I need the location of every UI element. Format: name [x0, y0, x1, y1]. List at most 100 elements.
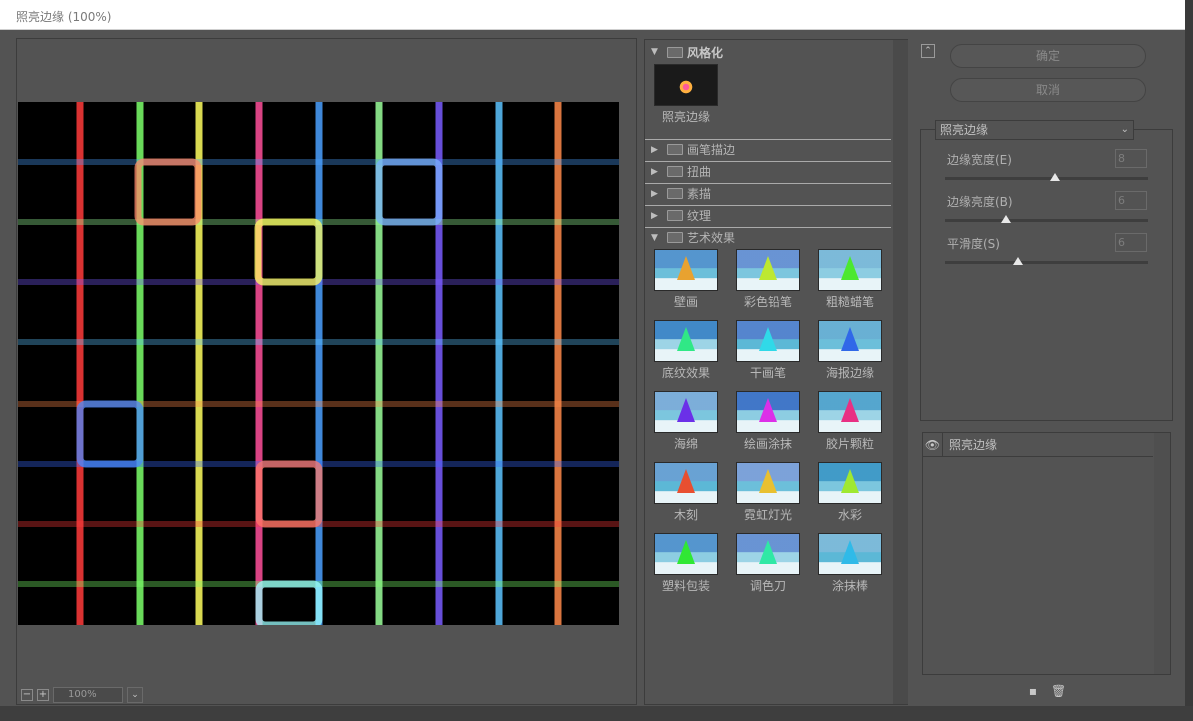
- filter-gallery-list: ▼ 风格化照亮边缘 ▶ 画笔描边 ▶ 扭曲 ▶ 素描 ▶ 纹理 ▼ 艺术效果壁画 彩色铅笔 粗糙蜡笔底纹效…: [645, 40, 893, 706]
- param-label-edge-brightness: 边缘亮度(B): [947, 195, 1013, 209]
- param-label-smoothness: 平滑度(S): [947, 237, 1000, 251]
- left-edge-strip: [0, 30, 8, 721]
- zoom-level-field[interactable]: 100%: [53, 687, 123, 703]
- filter-thumbnail[interactable]: 木刻: [651, 462, 721, 523]
- filter-gallery: ▼ 风格化照亮边缘 ▶ 画笔描边 ▶ 扭曲 ▶ 素描 ▶ 纹理 ▼ 艺术效果壁画 彩色铅笔 粗糙蜡笔底纹效…: [644, 39, 908, 705]
- ok-button[interactable]: 确定: [950, 44, 1146, 68]
- preview-canvas[interactable]: [18, 102, 619, 629]
- expand-triangle-icon[interactable]: ▼: [651, 233, 661, 243]
- eye-icon[interactable]: 👁: [923, 432, 943, 457]
- effect-layer-row[interactable]: 👁 照亮边缘: [923, 432, 1153, 457]
- layers-scrollbar[interactable]: [1154, 433, 1170, 674]
- new-effect-layer-icon[interactable]: ▪: [1026, 684, 1040, 698]
- gallery-category-0[interactable]: ▼ 风格化: [645, 42, 891, 62]
- expand-triangle-icon[interactable]: ▼: [651, 47, 661, 57]
- filter-thumbnail[interactable]: 胶片颗粒: [815, 391, 885, 452]
- right-edge-strip: [1185, 0, 1193, 721]
- gallery-scrollbar[interactable]: [893, 40, 908, 704]
- slider-track-edge-width[interactable]: [945, 177, 1148, 180]
- window-title: 照亮边缘 (100%): [16, 10, 112, 24]
- collapse-gallery-icon[interactable]: ⌃: [921, 44, 935, 58]
- filter-thumbnail-image: [654, 391, 718, 433]
- filter-thumbnail-image: [818, 249, 882, 291]
- filter-thumbnail[interactable]: 海报边缘: [815, 320, 885, 381]
- effect-layer-label: 照亮边缘: [949, 438, 998, 452]
- filter-thumbnail-label: 壁画: [673, 295, 698, 309]
- filter-thumbnail[interactable]: 调色刀: [733, 533, 803, 594]
- delete-effect-layer-icon[interactable]: 🗑: [1051, 684, 1066, 698]
- filter-settings-panel: [920, 129, 1173, 421]
- filter-thumbnail-image: [654, 462, 718, 504]
- filter-thumbnail-label: 海绵: [673, 437, 698, 451]
- gallery-category-label: 画笔描边: [687, 143, 736, 157]
- filter-thumbnail[interactable]: 壁画: [651, 249, 721, 310]
- zoom-dropdown-icon[interactable]: ⌄: [127, 687, 143, 703]
- filter-thumbnail-label: 底纹效果: [661, 366, 710, 380]
- filter-thumbnail-label: 涂抹棒: [831, 579, 868, 593]
- slider-thumb-edge-brightness[interactable]: [1001, 215, 1011, 223]
- gallery-category-label: 艺术效果: [687, 231, 736, 245]
- folder-icon: [667, 166, 683, 177]
- collapse-triangle-icon[interactable]: ▶: [651, 211, 661, 221]
- filter-thumbnail[interactable]: 水彩: [815, 462, 885, 523]
- param-value-edge-width[interactable]: 8: [1115, 149, 1147, 168]
- filter-select[interactable]: 照亮边缘 ⌄: [935, 120, 1134, 140]
- preview-panel: − + 100% ⌄: [16, 38, 637, 705]
- filter-thumbnail[interactable]: 底纹效果: [651, 320, 721, 381]
- slider-track-smoothness[interactable]: [945, 261, 1148, 264]
- slider-thumb-edge-width[interactable]: [1050, 173, 1060, 181]
- zoom-in-button[interactable]: +: [37, 689, 49, 701]
- filter-thumbnail-image: [736, 391, 800, 433]
- filter-thumbnail[interactable]: 绘画涂抹: [733, 391, 803, 452]
- filter-thumbnail[interactable]: 海绵: [651, 391, 721, 452]
- filter-thumbnail-image: [654, 533, 718, 575]
- filter-thumbnail-image: [654, 320, 718, 362]
- filter-thumbnail-label: 绘画涂抹: [743, 437, 792, 451]
- gallery-category-3[interactable]: ▶ 素描: [645, 183, 891, 203]
- filter-thumbnail-image: [654, 249, 718, 291]
- param-value-smoothness[interactable]: 6: [1115, 233, 1147, 252]
- gallery-category-2[interactable]: ▶ 扭曲: [645, 161, 891, 181]
- filter-thumbnail[interactable]: 干画笔: [733, 320, 803, 381]
- filter-thumbnail-image: [736, 533, 800, 575]
- filter-thumbnail[interactable]: 涂抹棒: [815, 533, 885, 594]
- filter-thumbnail-label: 霓虹灯光: [743, 508, 792, 522]
- effect-layers-panel: 👁 照亮边缘: [922, 432, 1171, 675]
- gallery-category-label: 风格化: [687, 45, 724, 60]
- collapse-triangle-icon[interactable]: ▶: [651, 189, 661, 199]
- folder-icon: [667, 232, 683, 243]
- filter-thumbnail[interactable]: 粗糙蜡笔: [815, 249, 885, 310]
- zoom-out-button[interactable]: −: [21, 689, 33, 701]
- gallery-category-5[interactable]: ▼ 艺术效果: [645, 227, 891, 247]
- collapse-triangle-icon[interactable]: ▶: [651, 145, 661, 155]
- filter-thumbnail[interactable]: 彩色铅笔: [733, 249, 803, 310]
- filter-thumbnail-image: [736, 320, 800, 362]
- gallery-category-label: 纹理: [687, 209, 712, 223]
- slider-thumb-smoothness[interactable]: [1013, 257, 1023, 265]
- gallery-category-4[interactable]: ▶ 纹理: [645, 205, 891, 225]
- folder-icon: [667, 188, 683, 199]
- slider-track-edge-brightness[interactable]: [945, 219, 1148, 222]
- folder-icon: [667, 210, 683, 221]
- filter-gallery-dialog: 照亮边缘 (100%) − + 100% ⌄ ▼ 风格化 照亮边缘 ▶ 画笔描边 ▶ 扭曲 ▶…: [0, 0, 1193, 721]
- filter-thumbnail-label: 照亮边缘: [661, 110, 710, 124]
- gallery-category-label: 扭曲: [687, 165, 712, 179]
- chevron-down-icon: ⌄: [1120, 124, 1129, 135]
- param-label-edge-width: 边缘宽度(E): [947, 153, 1012, 167]
- preview-image: [18, 102, 619, 629]
- filter-thumbnail-label: 彩色铅笔: [743, 295, 792, 309]
- filter-thumbnail-image: [736, 462, 800, 504]
- filter-thumbnail[interactable]: 霓虹灯光: [733, 462, 803, 523]
- bottom-edge-strip: [0, 706, 1193, 721]
- collapse-triangle-icon[interactable]: ▶: [651, 167, 661, 177]
- filter-thumbnail-label: 木刻: [673, 508, 698, 522]
- gallery-category-label: 素描: [687, 187, 712, 201]
- filter-thumbnail-label: 调色刀: [749, 579, 786, 593]
- filter-thumbnail-image: [818, 391, 882, 433]
- filter-thumbnail[interactable]: 塑料包装: [651, 533, 721, 594]
- param-value-edge-brightness[interactable]: 6: [1115, 191, 1147, 210]
- filter-thumbnail-label: 胶片颗粒: [825, 437, 874, 451]
- gallery-category-1[interactable]: ▶ 画笔描边: [645, 139, 891, 159]
- cancel-button[interactable]: 取消: [950, 78, 1146, 102]
- filter-thumbnail[interactable]: 照亮边缘: [651, 64, 721, 125]
